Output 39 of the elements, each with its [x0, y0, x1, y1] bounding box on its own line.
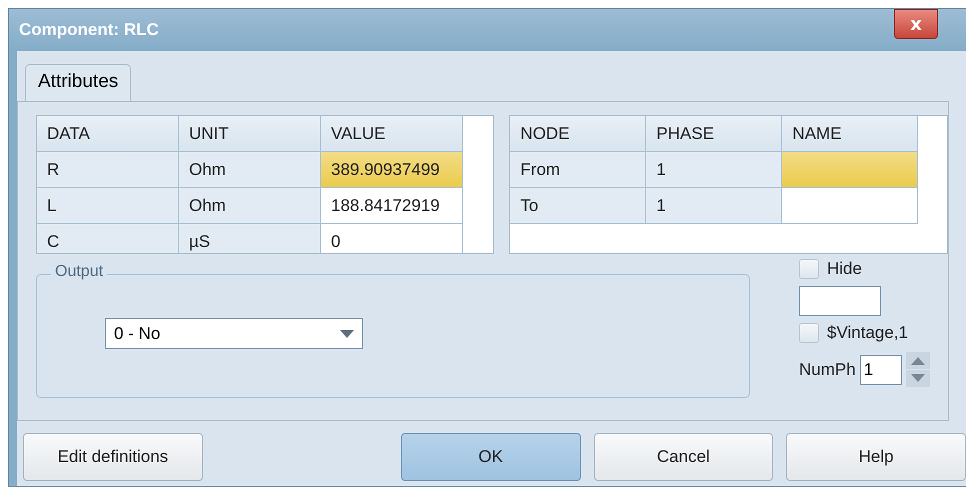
column-header: NAME — [782, 116, 918, 152]
output-dropdown[interactable]: 0 - No — [105, 318, 363, 349]
table-cell[interactable] — [782, 188, 918, 224]
input-field[interactable] — [799, 286, 881, 316]
table-cell: To — [510, 188, 646, 224]
spin-down-icon[interactable] — [906, 370, 930, 387]
window-title: Component: RLC — [19, 20, 159, 40]
checkbox-label: Hide — [827, 259, 862, 279]
column-header: VALUE — [321, 116, 463, 152]
column-header: PHASE — [646, 116, 782, 152]
checkbox-label: $Vintage,1 — [827, 323, 908, 343]
table-cell: Ohm — [179, 188, 321, 224]
caret-icon — [340, 330, 354, 338]
column-header: DATA — [37, 116, 179, 152]
spin-up-icon[interactable] — [906, 352, 930, 369]
tab[interactable]: Attributes — [25, 64, 132, 101]
table-cell: 1 — [646, 188, 782, 224]
dialog-button[interactable]: OK — [400, 433, 580, 481]
column-header: NODE — [510, 116, 646, 152]
dialog-button[interactable]: Help — [786, 433, 966, 481]
table-cell: µS — [179, 224, 321, 253]
table-cell: R — [37, 152, 179, 188]
dialog-button[interactable]: Cancel — [594, 433, 774, 481]
table-cell: Ohm — [179, 152, 321, 188]
close-button[interactable]: x — [894, 9, 938, 39]
table-cell: L — [37, 188, 179, 224]
numph-field[interactable]: 1 — [860, 354, 902, 384]
numph-label: NumPh — [799, 360, 856, 380]
dialog-button[interactable]: Edit definitions — [23, 433, 203, 481]
table-cell[interactable] — [782, 152, 918, 188]
table-cell: C — [37, 224, 179, 253]
table-cell[interactable]: 389.90937499 — [321, 152, 463, 188]
table-cell: From — [510, 152, 646, 188]
table-cell[interactable]: 188.84172919 — [321, 188, 463, 224]
vintage-checkbox[interactable] — [799, 323, 819, 343]
group-label: Output — [51, 263, 108, 281]
hide-checkbox[interactable] — [799, 259, 819, 279]
table-cell: 1 — [646, 152, 782, 188]
column-header: UNIT — [179, 116, 321, 152]
